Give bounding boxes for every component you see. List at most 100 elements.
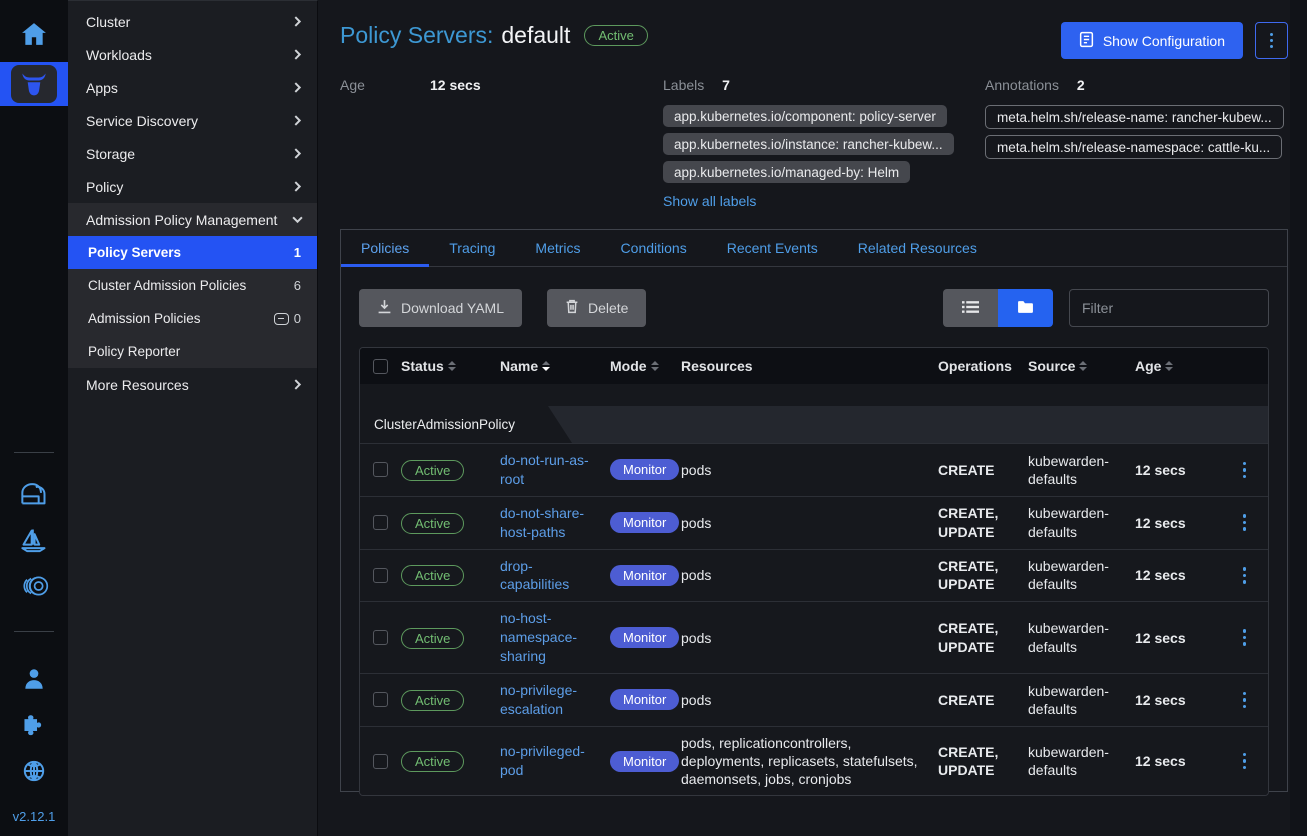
- sidebar-item-storage[interactable]: Storage: [68, 137, 317, 170]
- sidebar-item-policy-reporter[interactable]: Policy Reporter: [68, 335, 317, 368]
- age-cell: 12 secs: [1135, 515, 1215, 531]
- bull-cluster-icon: [11, 65, 57, 103]
- table-row: Active no-privilege-escalation Monitor p…: [360, 673, 1268, 726]
- tab-policies[interactable]: Policies: [341, 230, 429, 266]
- row-checkbox[interactable]: [373, 754, 388, 769]
- person-icon[interactable]: [16, 664, 52, 694]
- resources-cell: pods: [681, 566, 938, 584]
- row-actions-menu-button[interactable]: [1243, 514, 1247, 531]
- row-actions-menu-button[interactable]: [1243, 692, 1247, 709]
- row-actions-menu-button[interactable]: [1243, 629, 1247, 646]
- column-header-status[interactable]: Status: [401, 358, 500, 374]
- operations-cell: CREATE, UPDATE: [938, 504, 1028, 540]
- sidebar-item-label: Policy Servers: [88, 245, 181, 260]
- resources-cell: pods: [681, 691, 938, 709]
- sidebar-item-policy[interactable]: Policy: [68, 170, 317, 203]
- row-actions-menu-button[interactable]: [1243, 753, 1247, 770]
- sidebar-item-label: Storage: [86, 146, 135, 162]
- mode-badge: Monitor: [610, 751, 679, 772]
- source-cell: kubewarden-defaults: [1028, 682, 1135, 718]
- rail-divider: [14, 452, 54, 453]
- status-badge: Active: [401, 460, 464, 481]
- policy-name-link[interactable]: no-privilege-escalation: [500, 681, 610, 719]
- policy-name-link[interactable]: drop-capabilities: [500, 557, 610, 595]
- row-checkbox[interactable]: [373, 630, 388, 645]
- row-checkbox[interactable]: [373, 692, 388, 707]
- tab-related-resources[interactable]: Related Resources: [838, 230, 997, 266]
- row-actions-menu-button[interactable]: [1243, 567, 1247, 584]
- resources-cell: pods: [681, 461, 938, 479]
- sidebar-group-label: Admission Policy Management: [86, 212, 277, 228]
- filter-input[interactable]: [1069, 289, 1269, 327]
- policy-name-link[interactable]: no-host-namespace-sharing: [500, 609, 610, 666]
- item-count: 6: [294, 278, 301, 293]
- age-label: Age: [340, 77, 430, 93]
- sidebar-item-apps[interactable]: Apps: [68, 71, 317, 104]
- table-row: Active drop-capabilities Monitor pods CR…: [360, 549, 1268, 602]
- coil-icon[interactable]: [16, 571, 52, 601]
- header-actions: Show Configuration: [1061, 22, 1288, 59]
- policy-name-link[interactable]: do-not-share-host-paths: [500, 504, 610, 542]
- status-badge: Active: [401, 513, 464, 534]
- row-checkbox[interactable]: [373, 515, 388, 530]
- resources-cell: pods, replicationcontrollers, deployment…: [681, 734, 938, 789]
- puzzle-icon[interactable]: [16, 710, 52, 740]
- rail-divider: [14, 631, 54, 632]
- globe-icon[interactable]: [16, 756, 52, 786]
- sidebar-item-workloads[interactable]: Workloads: [68, 38, 317, 71]
- column-header-resources[interactable]: Resources: [681, 358, 938, 374]
- sidebar-item-cluster[interactable]: Cluster: [68, 5, 317, 38]
- row-checkbox[interactable]: [373, 462, 388, 477]
- tab-conditions[interactable]: Conditions: [601, 230, 707, 266]
- operations-cell: CREATE: [938, 461, 1028, 479]
- column-header-age[interactable]: Age: [1135, 358, 1215, 374]
- tab-metrics[interactable]: Metrics: [515, 230, 600, 266]
- chevron-right-icon: [292, 80, 303, 96]
- download-yaml-button[interactable]: Download YAML: [359, 289, 522, 327]
- home-icon[interactable]: [16, 18, 52, 50]
- tab-tracing[interactable]: Tracing: [429, 230, 515, 266]
- detail-section: Age 12 secs Labels 7 app.kubernetes.io/c…: [340, 77, 1288, 217]
- tab-panel: Policies Tracing Metrics Conditions Rece…: [340, 229, 1288, 792]
- label-chip: app.kubernetes.io/component: policy-serv…: [663, 105, 947, 127]
- item-count: 0: [274, 311, 301, 326]
- show-configuration-label: Show Configuration: [1103, 33, 1225, 49]
- table-row: Active do-not-share-host-paths Monitor p…: [360, 496, 1268, 549]
- header-actions-menu-button[interactable]: [1255, 22, 1288, 59]
- chevron-right-icon: [292, 377, 303, 393]
- status-badge: Active: [401, 628, 464, 649]
- sidebar-item-cluster-admission-policies[interactable]: Cluster Admission Policies 6: [68, 269, 317, 302]
- column-header-operations[interactable]: Operations: [938, 358, 1028, 374]
- label-chip: app.kubernetes.io/managed-by: Helm: [663, 161, 910, 183]
- sidebar-item-admission-policies[interactable]: Admission Policies 0: [68, 302, 317, 335]
- sidebar-group-header[interactable]: Admission Policy Management: [68, 203, 317, 236]
- sidebar-item-policy-servers[interactable]: Policy Servers 1: [68, 236, 317, 269]
- group-view-button[interactable]: [998, 289, 1053, 327]
- tab-recent-events[interactable]: Recent Events: [707, 230, 838, 266]
- row-actions-menu-button[interactable]: [1243, 462, 1247, 479]
- scrollbar-track[interactable]: [1290, 0, 1307, 836]
- select-all-checkbox[interactable]: [373, 359, 388, 374]
- column-header-source[interactable]: Source: [1028, 358, 1135, 374]
- column-header-mode[interactable]: Mode: [610, 358, 681, 374]
- policy-name-link[interactable]: do-not-run-as-root: [500, 451, 610, 489]
- barn-icon[interactable]: [16, 479, 52, 509]
- table-row: Active no-privileged-pod Monitor pods, r…: [360, 726, 1268, 796]
- app-window: v2.12.1 Cluster Workloads Apps Service D…: [0, 0, 1307, 836]
- column-header-name[interactable]: Name: [500, 358, 610, 374]
- row-checkbox[interactable]: [373, 568, 388, 583]
- delete-button[interactable]: Delete: [547, 289, 646, 327]
- chevron-right-icon: [292, 146, 303, 162]
- mode-badge: Monitor: [610, 459, 679, 480]
- mode-badge: Monitor: [610, 689, 679, 710]
- show-all-labels-link[interactable]: Show all labels: [663, 193, 756, 209]
- sailboat-icon[interactable]: [16, 525, 52, 555]
- sidebar-item-service-discovery[interactable]: Service Discovery: [68, 104, 317, 137]
- active-cluster-item[interactable]: [0, 62, 68, 106]
- sidebar-item-more-resources[interactable]: More Resources: [68, 368, 317, 401]
- group-row: ClusterAdmissionPolicy: [360, 406, 1268, 443]
- delete-label: Delete: [588, 300, 628, 316]
- policy-name-link[interactable]: no-privileged-pod: [500, 742, 610, 780]
- show-configuration-button[interactable]: Show Configuration: [1061, 22, 1243, 59]
- list-view-button[interactable]: [943, 289, 998, 327]
